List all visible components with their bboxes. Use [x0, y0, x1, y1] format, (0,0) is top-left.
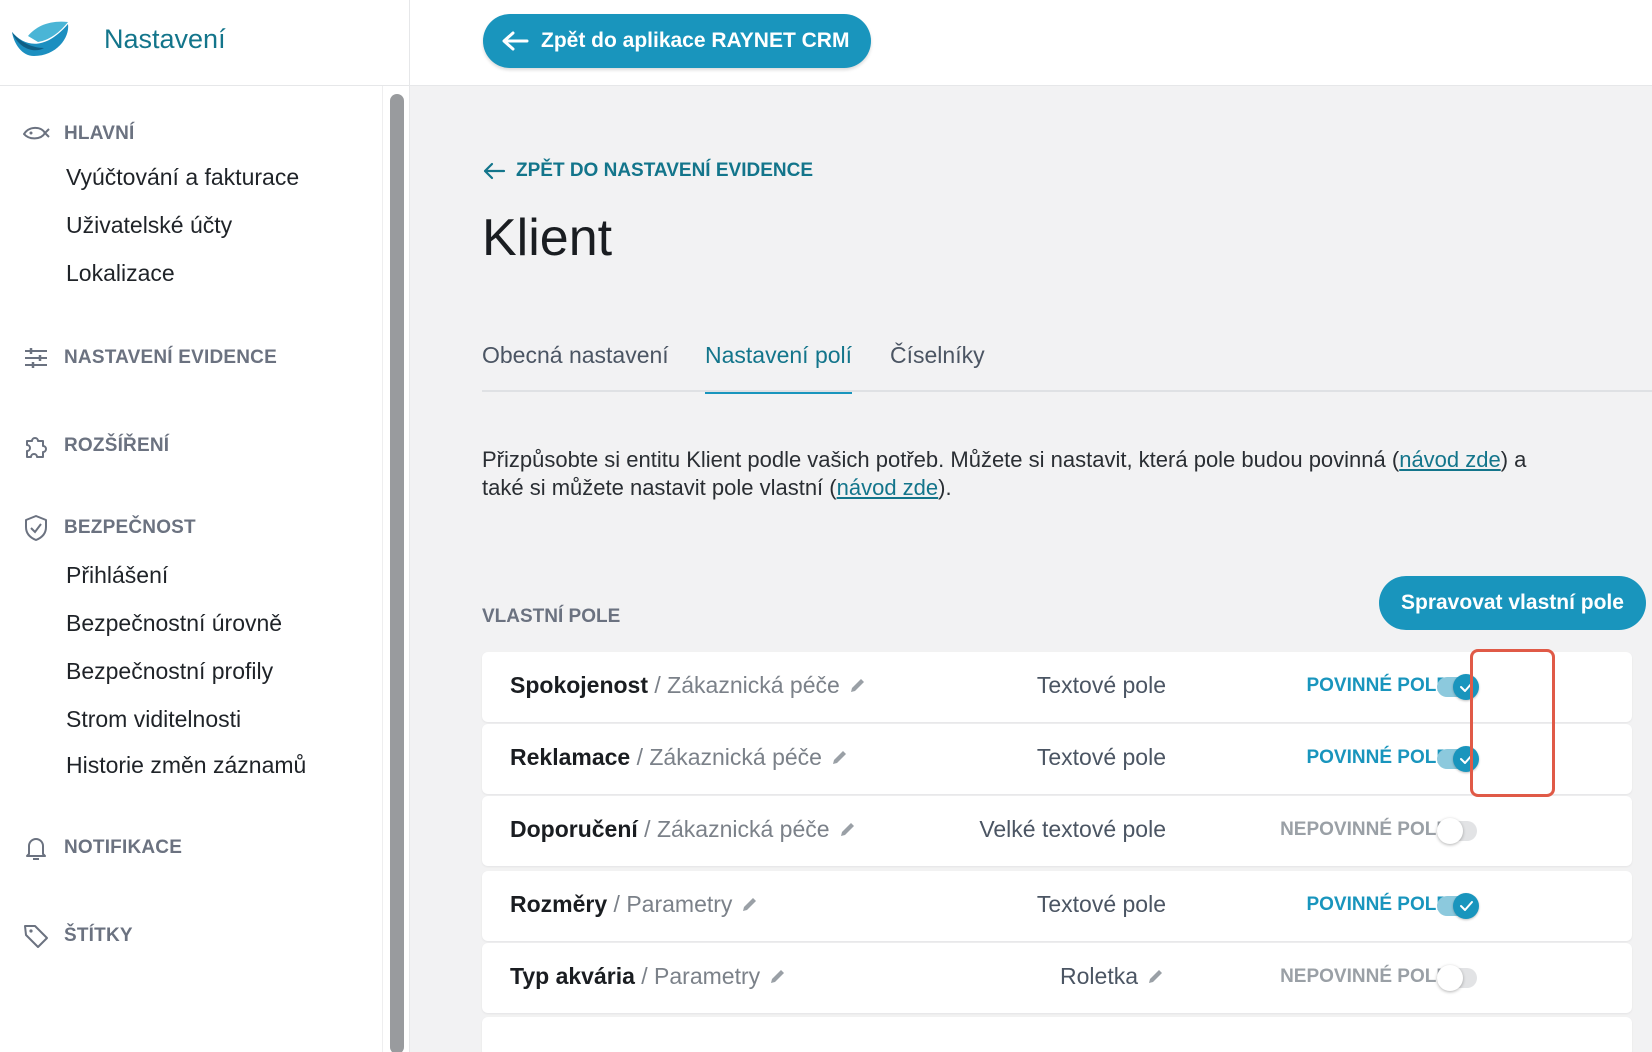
pencil-icon[interactable] — [838, 819, 858, 839]
sidebar-item-bezpecnostni-urovne[interactable]: Bezpečnostní úrovně — [66, 610, 282, 637]
description-text: ). — [938, 475, 952, 500]
sidebar-section-stitky[interactable]: ŠTÍTKY — [20, 920, 133, 952]
manage-custom-fields-button[interactable]: Spravovat vlastní pole — [1379, 576, 1646, 630]
field-group: / Zákaznická péče — [654, 672, 840, 698]
required-toggle[interactable] — [1437, 818, 1479, 844]
brand-bar: Nastavení — [0, 0, 410, 86]
sidebar-item-lokalizace[interactable]: Lokalizace — [66, 260, 175, 287]
pencil-icon[interactable] — [740, 894, 760, 914]
guide-link-required[interactable]: návod zde — [1399, 447, 1501, 472]
top-bar: Zpět do aplikace RAYNET CRM — [410, 0, 1652, 86]
sidebar-scrollbar-thumb[interactable] — [390, 94, 404, 1052]
sidebar-section-label: NOTIFIKACE — [64, 837, 183, 858]
sidebar: HLAVNÍ Vyúčtování a fakturace Uživatelsk… — [0, 86, 382, 1052]
sidebar-section-nastaveni-evidence[interactable]: NASTAVENÍ EVIDENCE — [20, 342, 277, 374]
description-text: Přizpůsobte si entitu Klient podle vašic… — [482, 447, 1400, 472]
sidebar-section-hlavni[interactable]: HLAVNÍ — [20, 118, 135, 150]
sidebar-item-prihlaseni[interactable]: Přihlášení — [66, 562, 168, 589]
field-name: Doporučení / Zákaznická péče — [510, 816, 858, 843]
fish-icon — [20, 118, 52, 150]
required-label: POVINNÉ POLE — [1306, 675, 1449, 696]
highlight-box — [1470, 649, 1555, 797]
pencil-icon[interactable] — [1146, 966, 1166, 986]
tag-icon — [20, 920, 52, 952]
bell-icon — [20, 832, 52, 864]
sidebar-section-label: BEZPEČNOST — [64, 517, 196, 538]
field-type: Textové pole — [1036, 744, 1166, 770]
tab-obecna-nastaveni[interactable]: Obecná nastavení — [482, 342, 669, 391]
sidebar-item-vyuctovani[interactable]: Vyúčtování a fakturace — [66, 164, 299, 191]
field-name: Reklamace / Zákaznická péče — [510, 744, 850, 771]
field-name: Rozměry / Parametry — [510, 891, 760, 918]
guide-link-custom[interactable]: návod zde — [837, 475, 939, 500]
sidebar-item-strom-viditelnosti[interactable]: Strom viditelnosti — [66, 706, 241, 733]
field-name: Spokojenost / Zákaznická péče — [510, 672, 868, 699]
description: Přizpůsobte si entitu Klient podle vašic… — [482, 446, 1532, 502]
field-type-label: Roletka — [1060, 963, 1138, 989]
required-toggle[interactable] — [1437, 965, 1479, 991]
sidebar-section-label: HLAVNÍ — [64, 123, 135, 144]
field-row — [482, 1017, 1632, 1052]
back-to-evidence-link[interactable]: ZPĚT DO NASTAVENÍ EVIDENCE — [482, 160, 813, 182]
field-type: Textové pole — [1036, 672, 1166, 698]
sliders-icon — [20, 342, 52, 374]
field-group: / Zákaznická péče — [644, 816, 830, 842]
pencil-icon[interactable] — [830, 747, 850, 767]
sidebar-scrollbar[interactable] — [382, 86, 410, 1052]
custom-fields-heading: VLASTNÍ POLE — [482, 606, 621, 627]
sidebar-item-uzivatelske-ucty[interactable]: Uživatelské účty — [66, 212, 232, 239]
arrow-left-icon — [483, 162, 506, 180]
main-content: ZPĚT DO NASTAVENÍ EVIDENCE Klient Obecná… — [410, 86, 1652, 1052]
back-to-evidence-label: ZPĚT DO NASTAVENÍ EVIDENCE — [516, 160, 813, 181]
page-title: Klient — [482, 209, 613, 267]
arrow-left-icon — [502, 31, 529, 51]
sidebar-item-historie-zmen[interactable]: Historie změn záznamů — [66, 752, 306, 779]
sidebar-section-bezpecnost[interactable]: BEZPEČNOST — [20, 512, 196, 544]
sidebar-section-notifikace[interactable]: NOTIFIKACE — [20, 832, 182, 864]
required-label: NEPOVINNÉ POLE — [1280, 819, 1449, 840]
check-icon — [1460, 901, 1473, 911]
puzzle-icon — [20, 430, 52, 462]
tabs-divider — [482, 390, 1652, 392]
field-row: Reklamace / Zákaznická péče Textové pole… — [482, 724, 1632, 794]
field-group: / Parametry — [613, 891, 733, 917]
required-label: POVINNÉ POLE — [1306, 747, 1449, 768]
required-label: POVINNÉ POLE — [1306, 894, 1449, 915]
field-row: Typ akvária / Parametry Roletka NEPOVINN… — [482, 943, 1632, 1013]
field-type: Textové pole — [1036, 891, 1166, 917]
sidebar-section-label: ROZŠÍŘENÍ — [64, 435, 170, 456]
field-name: Typ akvária / Parametry — [510, 963, 788, 990]
tab-ciselniky[interactable]: Číselníky — [890, 342, 985, 391]
sidebar-section-rozsireni[interactable]: ROZŠÍŘENÍ — [20, 430, 169, 462]
field-type: Roletka — [1060, 963, 1166, 990]
pencil-icon[interactable] — [848, 675, 868, 695]
field-group: / Zákaznická péče — [636, 744, 822, 770]
sidebar-section-label: ŠTÍTKY — [64, 925, 133, 946]
pencil-icon[interactable] — [768, 966, 788, 986]
required-toggle[interactable] — [1437, 893, 1479, 919]
field-type: Velké textové pole — [979, 816, 1166, 842]
field-group: / Parametry — [641, 963, 761, 989]
tab-nastaveni-poli[interactable]: Nastavení polí — [705, 342, 853, 394]
required-label: NEPOVINNÉ POLE — [1280, 966, 1449, 987]
app-title: Nastavení — [104, 24, 226, 54]
back-to-app-button[interactable]: Zpět do aplikace RAYNET CRM — [483, 14, 872, 68]
sidebar-item-bezpecnostni-profily[interactable]: Bezpečnostní profily — [66, 658, 273, 685]
field-row: Rozměry / Parametry Textové pole POVINNÉ… — [482, 871, 1632, 941]
back-to-app-label: Zpět do aplikace RAYNET CRM — [541, 29, 850, 52]
field-row: Doporučení / Zákaznická péče Velké texto… — [482, 796, 1632, 866]
sidebar-section-label: NASTAVENÍ EVIDENCE — [64, 347, 277, 368]
raynet-logo — [12, 21, 69, 56]
shield-icon — [20, 512, 52, 544]
field-row: Spokojenost / Zákaznická péče Textové po… — [482, 652, 1632, 722]
